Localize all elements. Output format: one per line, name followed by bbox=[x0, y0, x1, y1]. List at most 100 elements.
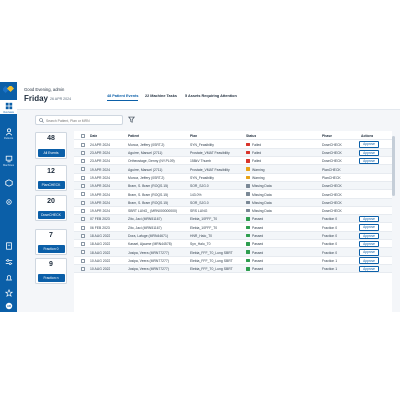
tab-assets-attention[interactable]: 5 Assets Requiring Attention bbox=[185, 94, 237, 98]
row-date: 19 APR 2024 bbox=[90, 184, 110, 189]
table-row[interactable]: 18 AUG 2022 Kassel, Ajaume (MRN44578) Syn_… bbox=[74, 240, 392, 249]
day-title: Friday bbox=[24, 94, 49, 103]
rail-item-assets[interactable] bbox=[0, 179, 17, 189]
row-status: Missing Data bbox=[252, 192, 272, 197]
row-date: 24 APR 2024 bbox=[90, 142, 110, 147]
row-checkbox[interactable] bbox=[81, 267, 85, 271]
row-checkbox[interactable] bbox=[81, 233, 85, 238]
row-checkbox[interactable] bbox=[81, 258, 85, 263]
approve-button[interactable]: Approve bbox=[359, 232, 379, 239]
status-icon bbox=[246, 200, 250, 205]
row-date: 18 AUG 2022 bbox=[90, 234, 111, 239]
greeting-text: Good Evening, admin bbox=[24, 87, 65, 92]
table-row[interactable]: 19 APR 2024 Bram, S. Bram (ROQS.15) 143.0%… bbox=[74, 190, 392, 199]
row-plan: Elekta_FFF_T0_Lung SBRT bbox=[190, 250, 233, 255]
row-phase: Fraction 0 bbox=[322, 250, 338, 255]
row-patient: Josipa, Veera (MRN77277) bbox=[128, 250, 169, 255]
row-checkbox[interactable] bbox=[81, 192, 85, 197]
row-plan: Elekta_FFF_T0_Lung SBRT bbox=[190, 267, 233, 272]
select-all-checkbox[interactable] bbox=[81, 134, 85, 138]
row-checkbox[interactable] bbox=[81, 250, 85, 255]
status-icon bbox=[246, 208, 250, 213]
row-phase: Fraction 1 bbox=[322, 258, 338, 263]
approve-button[interactable]: Approve bbox=[359, 149, 379, 156]
machine-icon bbox=[5, 155, 12, 163]
row-patient: Josipa, Veera (MRN77277) bbox=[128, 258, 169, 263]
table-row[interactable]: 23 APR 2024 Ortheostage, Denny (NY.PL09) 1… bbox=[74, 157, 392, 166]
table-row[interactable]: 19 APR 2024 Munoz, Jeffery (0SRT.2) SYN_Fe… bbox=[74, 174, 392, 182]
rail-item-overview[interactable]: Overview bbox=[0, 100, 17, 114]
row-checkbox[interactable] bbox=[81, 175, 85, 180]
approve-button[interactable]: Approve bbox=[359, 157, 379, 165]
row-phase: Fraction 1 bbox=[322, 267, 338, 272]
row-plan: 143.0% bbox=[190, 192, 202, 197]
plancheck-button[interactable]: PlanCHECK bbox=[37, 180, 65, 189]
table-row[interactable]: 19 APR 2024 SBRT LUNG_ (MRN000000000) SRS … bbox=[74, 207, 392, 216]
approve-button[interactable]: Approve bbox=[359, 265, 379, 273]
nav-rail: Overview Patients Machines AD bbox=[0, 82, 17, 312]
rail-item-favorites[interactable] bbox=[0, 289, 17, 299]
row-checkbox[interactable] bbox=[81, 242, 85, 247]
row-checkbox[interactable] bbox=[81, 184, 85, 188]
table-row[interactable]: 19 APR 2024 Aguirre, Manuel (2711) Prostat… bbox=[74, 165, 392, 174]
table-row[interactable]: 19 APR 2024 Bram, S. Bram (ROQS.15) SOR_SJ… bbox=[74, 198, 392, 207]
row-checkbox[interactable] bbox=[81, 225, 85, 230]
row-plan: Elekta_FFF_T0_Lung SBRT bbox=[190, 258, 233, 263]
table-row[interactable]: 18 AUG 2022 Dora, Lafuge (MRN44671) HNR_Ha… bbox=[74, 231, 392, 241]
rail-label-machines: Machines bbox=[2, 164, 15, 167]
row-phase: DoseCHECK bbox=[322, 142, 342, 147]
rail-item-settings[interactable] bbox=[0, 198, 17, 208]
status-icon bbox=[246, 267, 250, 271]
table-scrollbar[interactable] bbox=[392, 136, 395, 196]
approve-button[interactable]: Approve bbox=[359, 215, 379, 223]
fraction-n-button[interactable]: Fraction n bbox=[37, 273, 65, 282]
approve-button[interactable]: Approve bbox=[359, 249, 379, 256]
all-events-button[interactable]: All Events bbox=[37, 148, 65, 157]
tab-patient-events[interactable]: 48 Patient Events bbox=[107, 94, 139, 102]
table-row[interactable]: 23 APR 2024 Aguirre, Manuel (2711) Prostat… bbox=[74, 148, 392, 158]
search-input[interactable] bbox=[46, 117, 120, 124]
rail-item-documents[interactable] bbox=[0, 242, 17, 252]
rail-item-machines[interactable]: Machines bbox=[0, 155, 17, 167]
filter-icon[interactable] bbox=[128, 116, 135, 123]
row-patient: Aguirre, Manuel (2711) bbox=[128, 167, 163, 172]
rail-item-config[interactable] bbox=[0, 258, 17, 268]
rail-item-patients[interactable]: Patients bbox=[0, 128, 17, 140]
table-row[interactable]: 10 AUG 2022 Josipa, Veera (MRN77277) Elekt… bbox=[74, 257, 392, 265]
row-checkbox[interactable] bbox=[81, 208, 85, 213]
row-checkbox[interactable] bbox=[81, 159, 85, 164]
table-row[interactable]: 06 FEB 2023 Zito, Jaci (MRN51167) Elekta_1… bbox=[74, 224, 392, 232]
row-plan: SRS LUNG bbox=[190, 209, 208, 214]
row-phase: DoseCHECK bbox=[322, 192, 342, 197]
approve-button[interactable]: Approve bbox=[359, 224, 379, 231]
row-checkbox[interactable] bbox=[81, 217, 85, 222]
tab-machine-tasks[interactable]: 22 Machine Tasks bbox=[145, 94, 177, 98]
rail-item-user[interactable]: AD bbox=[0, 302, 17, 312]
row-patient: Munoz, Jeffery (0SRT.2) bbox=[128, 142, 165, 147]
row-checkbox[interactable] bbox=[81, 150, 85, 155]
row-checkbox[interactable] bbox=[81, 200, 85, 205]
table-row[interactable]: 07 FEB 2023 Zito, Jaci (MRN51167) Elekta_1… bbox=[74, 215, 392, 224]
approve-button[interactable]: Approve bbox=[359, 141, 379, 148]
status-icon bbox=[246, 159, 250, 163]
row-date: 19 APR 2024 bbox=[90, 167, 110, 172]
approve-button[interactable]: Approve bbox=[359, 240, 379, 248]
row-checkbox[interactable] bbox=[81, 142, 85, 147]
avatar-icon: AD bbox=[5, 302, 12, 310]
grid-icon bbox=[5, 102, 12, 110]
row-plan: Syn_Halo_T0 bbox=[190, 242, 211, 247]
dosecheck-button[interactable]: DoseCHECK bbox=[37, 210, 65, 219]
row-patient: Zito, Jaci (MRN51167) bbox=[128, 225, 162, 230]
approve-button[interactable]: Approve bbox=[359, 257, 379, 264]
events-table: Date Patient Plan Status Phase Actions 2… bbox=[74, 131, 392, 312]
rail-item-notifications[interactable] bbox=[0, 274, 17, 284]
table-row[interactable]: 10 AUG 2022 Josipa, Veera (MRN77277) Elekt… bbox=[74, 265, 392, 274]
row-checkbox[interactable] bbox=[81, 167, 85, 172]
table-row[interactable]: 18 AUG 2022 Josipa, Veera (MRN77277) Elekt… bbox=[74, 248, 392, 257]
row-plan: SYN_Feasibility bbox=[190, 175, 214, 180]
table-row[interactable]: 24 APR 2024 Munoz, Jeffery (0SRT.2) SYN_Fe… bbox=[74, 141, 392, 149]
table-row[interactable]: 19 APR 2024 Bram, S. Bram (ROQS.15) SOR_SJ… bbox=[74, 182, 392, 191]
fraction-0-button[interactable]: Fraction 0 bbox=[37, 244, 65, 253]
column-header-date: Date bbox=[90, 134, 98, 139]
row-patient: Zito, Jaci (MRN51167) bbox=[128, 217, 162, 222]
